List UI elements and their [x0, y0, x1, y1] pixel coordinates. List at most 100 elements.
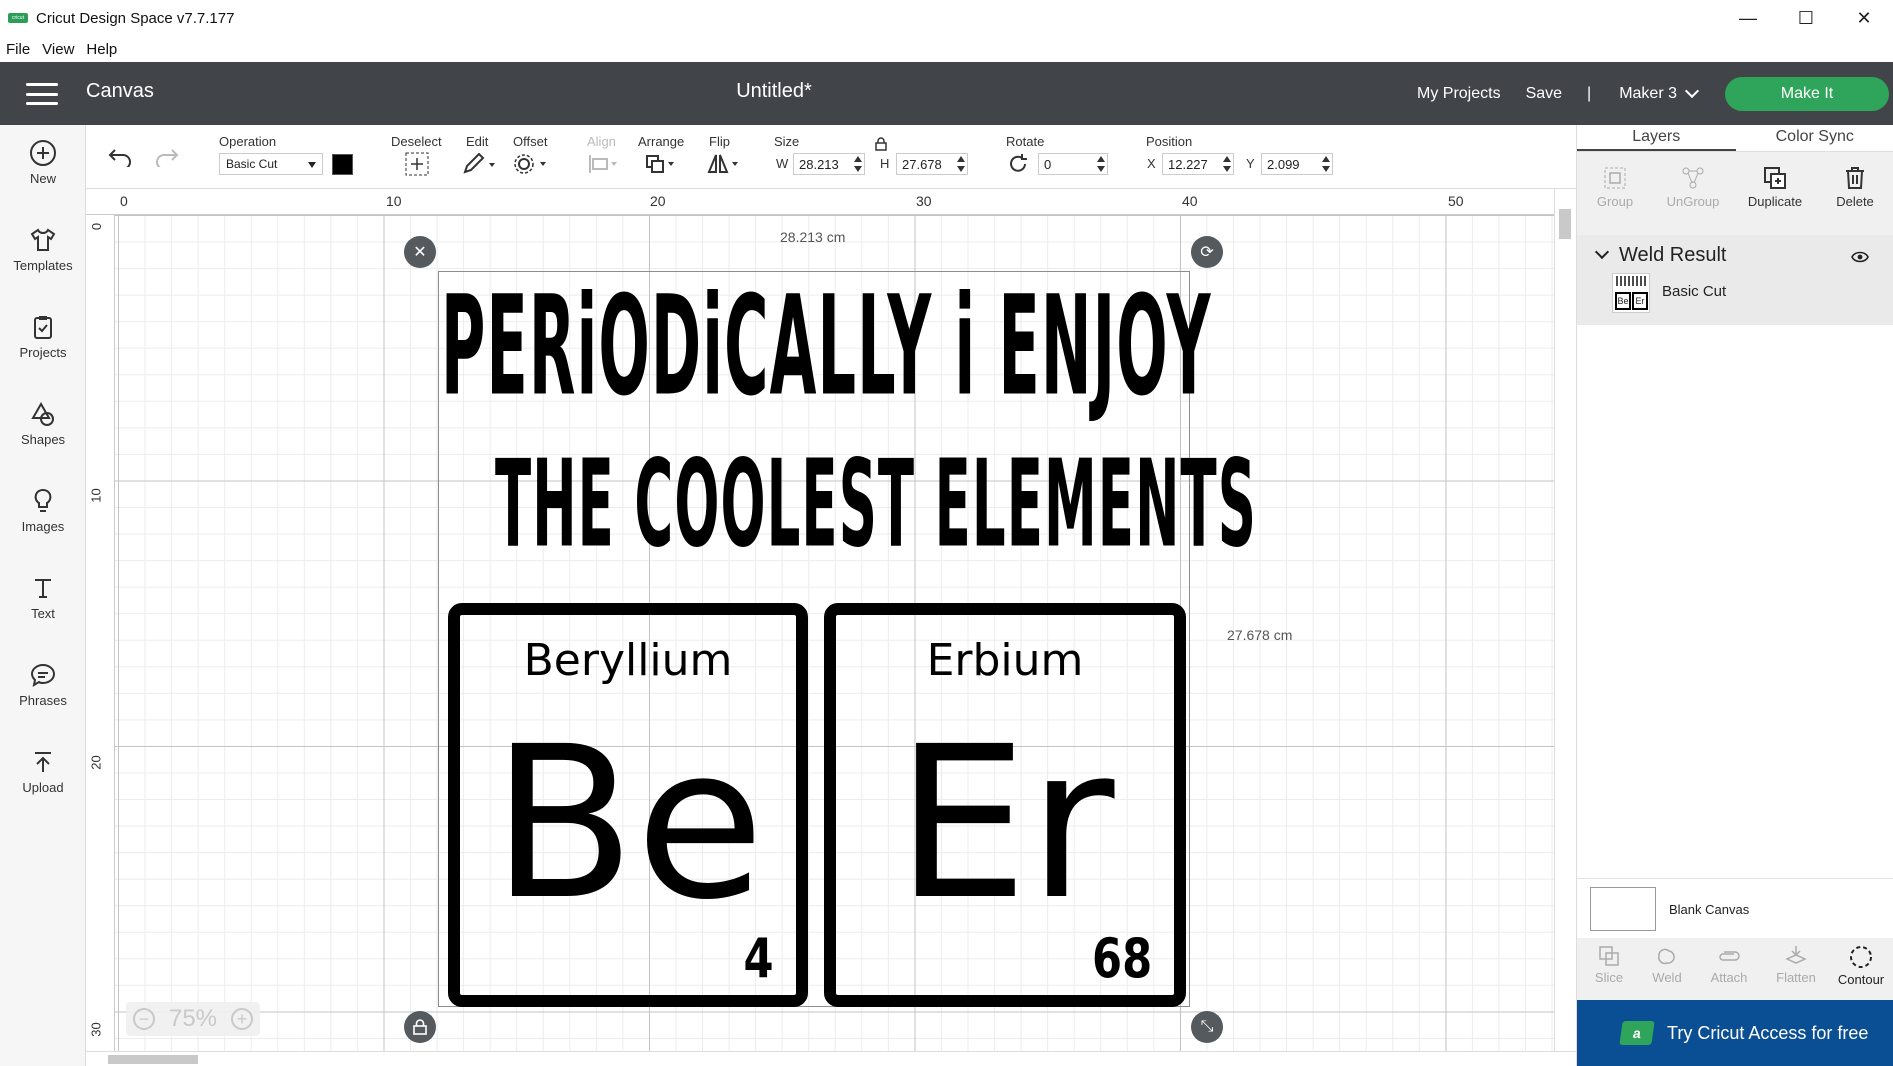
tool-label: Weld: [1652, 970, 1682, 985]
document-title[interactable]: Untitled*: [0, 80, 1548, 103]
cricut-access-banner[interactable]: a Try Cricut Access for free: [1577, 1000, 1893, 1066]
x-label: X: [1147, 156, 1156, 171]
width-input[interactable]: 28.213: [793, 153, 865, 175]
plus-circle-icon: [30, 140, 56, 166]
contour-button[interactable]: Contour: [1831, 944, 1891, 987]
pencil-icon[interactable]: [462, 153, 496, 175]
undo-icon[interactable]: [107, 147, 133, 167]
y-position-stepper[interactable]: [1322, 156, 1330, 172]
duplicate-icon: [1764, 167, 1786, 189]
blank-canvas-swatch[interactable]: [1590, 887, 1656, 931]
x-position-input[interactable]: 12.227: [1162, 153, 1234, 175]
sidebar-item-projects[interactable]: Projects: [0, 313, 86, 360]
attach-button: Attach: [1699, 944, 1759, 985]
tab-layers[interactable]: Layers: [1577, 125, 1736, 151]
arrange-icon[interactable]: [644, 153, 678, 175]
maximize-button[interactable]: ☐: [1777, 0, 1835, 36]
offset-icon[interactable]: [513, 153, 549, 175]
save-link[interactable]: Save: [1526, 85, 1562, 103]
blank-canvas-row[interactable]: Blank Canvas: [1577, 878, 1893, 938]
slice-icon: [1599, 946, 1619, 966]
ungroup-button: UnGroup: [1655, 160, 1731, 209]
delete-handle-icon[interactable]: ✕: [404, 236, 436, 268]
flip-icon[interactable]: [706, 153, 742, 175]
trash-icon: [1846, 167, 1864, 189]
scroll-thumb[interactable]: [108, 1055, 198, 1064]
eye-icon[interactable]: [1851, 251, 1869, 263]
menu-help[interactable]: Help: [80, 41, 123, 58]
action-label: UnGroup: [1666, 194, 1720, 209]
zoom-in-icon[interactable]: +: [231, 1008, 253, 1030]
headline-line-1: PERiODiCALLY i ENJOY: [441, 266, 1212, 426]
promo-text: Try Cricut Access for free: [1667, 1022, 1869, 1043]
sidebar-item-shapes[interactable]: Shapes: [0, 400, 86, 447]
height-label: H: [880, 156, 890, 171]
operation-color-swatch[interactable]: [332, 154, 353, 175]
redo-icon: [156, 149, 179, 167]
app-logo: cricut: [8, 13, 28, 23]
ruler-horizontal: 0 10 20 30 40 50: [86, 189, 1554, 215]
scroll-thumb[interactable]: [1559, 209, 1571, 239]
zoom-out-icon[interactable]: −: [132, 1008, 155, 1030]
machine-selector[interactable]: Maker 3: [1619, 83, 1700, 103]
window-title: Cricut Design Space v7.7.177: [36, 9, 235, 27]
rotate-icon: [1010, 154, 1027, 172]
layers-panel: Layers Color Sync Group UnGroup Duplicat…: [1576, 125, 1893, 1066]
operation-select[interactable]: Basic Cut: [219, 153, 323, 175]
lock-handle-icon[interactable]: [404, 1011, 436, 1043]
deselect-icon[interactable]: [405, 152, 429, 176]
zoom-level: 75%: [168, 1005, 218, 1032]
menu-file[interactable]: File: [0, 41, 36, 58]
sidebar-item-images[interactable]: Images: [0, 487, 86, 534]
sidebar-item-templates[interactable]: Templates: [0, 226, 86, 273]
chevron-down-icon[interactable]: [1594, 244, 1610, 260]
sidebar-item-label: Text: [31, 606, 55, 621]
size-label: Size: [774, 134, 800, 149]
duplicate-button[interactable]: Duplicate: [1737, 160, 1813, 209]
sidebar-item-text[interactable]: Text: [0, 574, 86, 621]
tab-color-sync[interactable]: Color Sync: [1736, 125, 1893, 151]
x-position-stepper[interactable]: [1223, 156, 1231, 172]
menu-view[interactable]: View: [36, 41, 80, 58]
selection-box[interactable]: PERiODiCALLY i ENJOY THE COOLEST ELEMENT…: [438, 266, 1256, 1007]
header-separator: |: [1587, 84, 1592, 102]
make-it-button[interactable]: Make It: [1725, 76, 1889, 111]
height-input[interactable]: 27.678: [896, 153, 968, 175]
operation-label: Operation: [219, 134, 277, 149]
rotate-input[interactable]: 0: [1038, 153, 1108, 175]
width-stepper[interactable]: [854, 156, 862, 172]
height-stepper[interactable]: [957, 156, 965, 172]
ungroup-icon: [1682, 167, 1704, 189]
layer-group-weld-result[interactable]: Weld Result Be Er Basic Cut: [1577, 235, 1893, 325]
zoom-control: − 75% +: [126, 1002, 260, 1036]
sidebar-item-phrases[interactable]: Phrases: [0, 661, 86, 708]
weld-icon: [1658, 948, 1675, 965]
resize-handle-icon[interactable]: ⤡: [1191, 1011, 1223, 1043]
horizontal-scrollbar[interactable]: [86, 1051, 1576, 1066]
element-name: Beryllium: [523, 635, 733, 686]
tool-label: Slice: [1594, 970, 1624, 985]
y-position-input[interactable]: 2.099: [1261, 153, 1333, 175]
rotate-handle-icon[interactable]: ⟳: [1191, 236, 1223, 268]
action-label: Group: [1596, 194, 1634, 209]
vertical-scrollbar[interactable]: [1554, 189, 1576, 1051]
offset-label: Offset: [513, 134, 548, 149]
minimize-button[interactable]: —: [1719, 0, 1777, 36]
rotate-label: Rotate: [1006, 134, 1045, 149]
menu-bar: File View Help: [0, 36, 1893, 62]
weld-button: Weld: [1637, 944, 1697, 985]
sidebar-item-upload[interactable]: Upload: [0, 748, 86, 795]
delete-button[interactable]: Delete: [1817, 160, 1893, 209]
rotate-stepper[interactable]: [1097, 156, 1105, 172]
my-projects-link[interactable]: My Projects: [1417, 85, 1501, 103]
group-icon: [1604, 167, 1626, 189]
chevron-down-icon: [1684, 83, 1700, 98]
lock-icon[interactable]: [875, 137, 887, 151]
x-position-value: 12.227: [1168, 156, 1208, 172]
blank-canvas-label: Blank Canvas: [1669, 902, 1750, 917]
edit-toolbar: Operation Basic Cut Deselect Edit Offset…: [86, 125, 1576, 189]
close-window-button[interactable]: ✕: [1835, 0, 1893, 36]
shapes-icon: [31, 401, 54, 426]
sidebar-item-label: New: [29, 171, 56, 186]
sidebar-item-new[interactable]: New: [0, 139, 86, 186]
